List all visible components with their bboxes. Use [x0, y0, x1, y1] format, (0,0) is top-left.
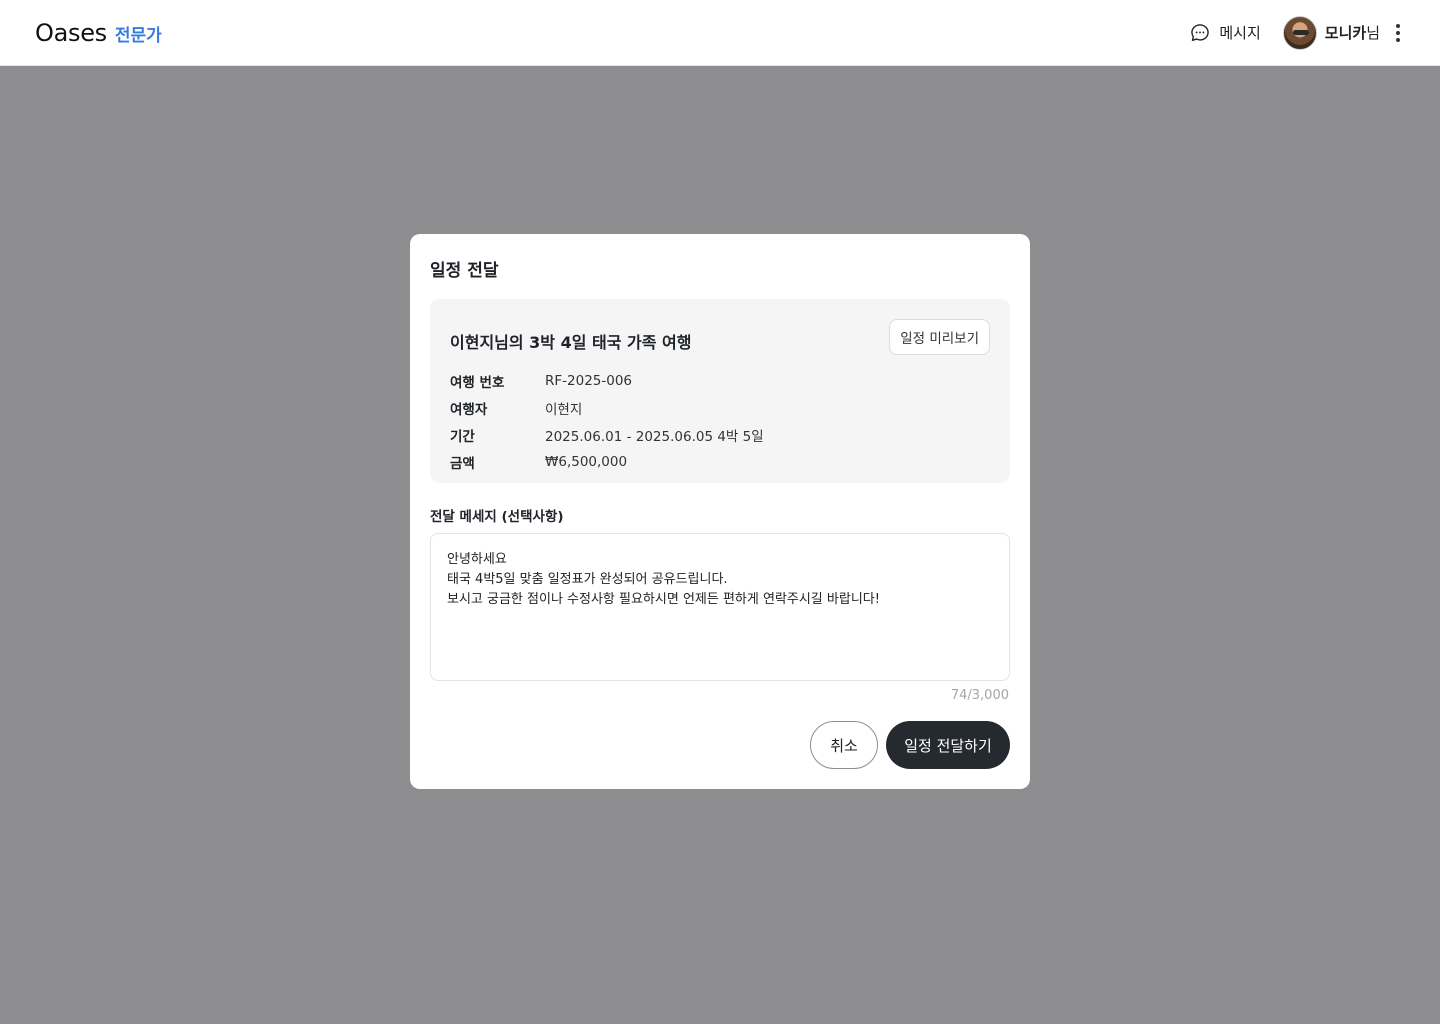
trip-row-number: 여행 번호 RF-2025-006 — [450, 367, 990, 394]
trip-row-label: 여행 번호 — [450, 374, 505, 391]
user-name-suffix: 님 — [1366, 24, 1380, 42]
trip-row-label: 여행자 — [450, 401, 488, 418]
top-navigation-bar: Oases 전문가 메시지 모니카님 — [0, 0, 1440, 66]
user-name-label: 모니카님 — [1325, 22, 1380, 43]
trip-row-label: 기간 — [450, 428, 475, 445]
kebab-dot — [1396, 30, 1400, 35]
modal-actions: 취소 일정 전달하기 — [810, 721, 1010, 769]
brand-sub-label: 전문가 — [114, 25, 162, 46]
trip-row-amount: 금액 ₩6,500,000 — [450, 448, 990, 475]
more-vertical-icon[interactable] — [1392, 22, 1404, 44]
trip-row-value: RF-2025-006 — [545, 372, 633, 389]
messages-link[interactable]: 메시지 — [1189, 22, 1261, 44]
modal-title: 일정 전달 — [430, 261, 499, 281]
messages-label: 메시지 — [1219, 24, 1261, 42]
brand-logo[interactable]: Oases 전문가 — [35, 19, 162, 47]
brand-name: Oases — [35, 18, 107, 47]
send-itinerary-modal: 일정 전달 이현지님의 3박 4일 태국 가족 여행 일정 미리보기 여행 번호… — [410, 234, 1030, 789]
trip-row-period: 기간 2025.06.01 - 2025.06.05 4박 5일 — [450, 421, 990, 448]
trip-row-value: ₩6,500,000 — [545, 453, 628, 470]
trip-row-label: 금액 — [450, 455, 475, 472]
cancel-button[interactable]: 취소 — [810, 721, 878, 769]
trip-row-value: 2025.06.01 - 2025.06.05 4박 5일 — [545, 428, 764, 445]
header-actions: 메시지 모니카님 — [1189, 15, 1404, 50]
trip-row-value: 이현지 — [545, 401, 583, 418]
message-field-label: 전달 메세지 (선택사항) — [430, 509, 564, 525]
trip-details: 여행 번호 RF-2025-006 여행자 이현지 기간 2025.06.01 … — [450, 367, 990, 475]
message-textarea[interactable]: 안녕하세요 태국 4박5일 맞춤 일정표가 완성되어 공유드립니다. 보시고 궁… — [430, 533, 1010, 681]
character-counter: 74/3,000 — [950, 688, 1009, 703]
kebab-dot — [1396, 37, 1400, 42]
user-menu[interactable]: 모니카님 — [1282, 15, 1380, 50]
user-name: 모니카 — [1324, 24, 1367, 42]
preview-itinerary-button[interactable]: 일정 미리보기 — [889, 319, 990, 355]
trip-info-card: 이현지님의 3박 4일 태국 가족 여행 일정 미리보기 여행 번호 RF-20… — [430, 299, 1010, 483]
send-itinerary-button[interactable]: 일정 전달하기 — [886, 721, 1010, 769]
trip-row-traveler: 여행자 이현지 — [450, 394, 990, 421]
kebab-dot — [1396, 23, 1400, 28]
avatar — [1282, 15, 1317, 50]
chat-bubble-icon — [1191, 23, 1210, 41]
